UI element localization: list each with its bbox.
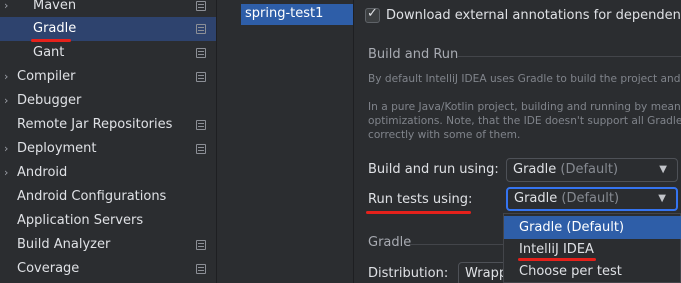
chevron-right-icon[interactable]: › <box>4 137 8 161</box>
tree-item-coverage[interactable]: Coverage <box>0 257 216 281</box>
gradle-settings-panel: Download external annotations for depend… <box>354 0 681 283</box>
settings-page-icon <box>196 1 206 11</box>
download-annotations-checkbox[interactable] <box>365 6 380 23</box>
tree-item-label: Coverage <box>17 261 80 276</box>
settings-page-icon <box>196 48 206 58</box>
tree-item-label: Build Analyzer <box>17 237 111 252</box>
build-run-using-value: Gradle <box>513 162 557 177</box>
chevron-right-icon[interactable]: › <box>4 65 8 89</box>
gradle-section-title: Gradle <box>368 235 412 250</box>
tree-item-label: Gant <box>33 45 65 60</box>
tree-item-android[interactable]: › Android <box>0 161 216 185</box>
tree-item-gradle[interactable]: Gradle <box>0 17 216 41</box>
build-run-using-select[interactable]: Gradle (Default) ▼ <box>506 158 678 182</box>
tree-item-application-servers[interactable]: Application Servers <box>0 209 216 233</box>
annotation-underline <box>366 211 471 214</box>
tree-item-deployment[interactable]: › Deployment <box>0 137 216 161</box>
tree-item-remote-jar-repositories[interactable]: Remote Jar Repositories <box>0 113 216 137</box>
tree-item-label: Remote Jar Repositories <box>17 117 173 132</box>
tree-item-label: Application Servers <box>17 213 144 228</box>
option-gradle-default[interactable]: Gradle (Default) <box>504 216 681 239</box>
run-tests-using-hint: (Default) <box>561 191 620 206</box>
tree-item-maven[interactable]: › Maven <box>0 0 216 18</box>
settings-page-icon <box>196 120 206 130</box>
tree-item-label: Deployment <box>17 141 97 156</box>
chevron-right-icon[interactable]: › <box>4 161 8 185</box>
distribution-label: Distribution: <box>368 266 449 281</box>
build-run-using-hint: (Default) <box>560 162 619 177</box>
tree-item-label: Debugger <box>17 93 82 108</box>
run-tests-using-select[interactable]: Gradle (Default) ▼ <box>506 187 678 211</box>
tree-item-label: Android Configurations <box>17 189 167 204</box>
settings-page-icon <box>196 240 206 250</box>
tree-item-gant[interactable]: Gant <box>0 41 216 65</box>
tree-item-label: Gradle <box>33 21 77 36</box>
distribution-value: Wrapp <box>465 266 508 281</box>
settings-page-icon <box>196 24 206 34</box>
pure-java-description-line-2: optimizations. Note, that the IDE doesn'… <box>368 115 681 127</box>
tree-item-compiler[interactable]: › Compiler <box>0 65 216 89</box>
gradle-projects-list: spring-test1 <box>217 0 353 283</box>
settings-page-icon <box>196 264 206 274</box>
settings-tree: › Maven Gradle Gant › Compiler › Debugge… <box>0 0 216 283</box>
run-tests-using-label: Run tests using: <box>368 192 473 207</box>
tree-item-label: Compiler <box>17 69 76 84</box>
tree-item-android-configurations[interactable]: Android Configurations <box>0 185 216 209</box>
tree-item-label: Maven <box>33 0 77 13</box>
section-divider <box>457 56 681 57</box>
pure-java-description-line-3: correctly with some of them. <box>368 129 521 141</box>
option-choose-per-test[interactable]: Choose per test <box>504 260 681 283</box>
download-annotations-label[interactable]: Download external annotations for depend… <box>386 8 681 23</box>
project-item-spring-test1[interactable]: spring-test1 <box>241 4 353 25</box>
dropdown-arrow-icon: ▼ <box>658 193 666 204</box>
build-and-run-title: Build and Run <box>368 47 459 62</box>
section-divider <box>410 244 510 245</box>
run-tests-dropdown-menu: Gradle (Default) IntelliJ IDEA Choose pe… <box>503 213 681 283</box>
run-tests-using-value: Gradle <box>514 191 558 206</box>
tree-item-build-analyzer[interactable]: Build Analyzer <box>0 233 216 257</box>
chevron-right-icon[interactable]: › <box>4 89 8 113</box>
pure-java-description-line-1: In a pure Java/Kotlin project, building … <box>368 101 681 113</box>
settings-page-icon <box>196 72 206 82</box>
tree-item-label: Android <box>17 165 68 180</box>
chevron-right-icon[interactable]: › <box>4 0 8 18</box>
tree-item-debugger[interactable]: › Debugger <box>0 89 216 113</box>
build-description: By default IntelliJ IDEA uses Gradle to … <box>368 73 681 85</box>
build-run-using-label: Build and run using: <box>368 162 499 177</box>
settings-page-icon <box>196 144 206 154</box>
dropdown-arrow-icon: ▼ <box>659 164 667 175</box>
